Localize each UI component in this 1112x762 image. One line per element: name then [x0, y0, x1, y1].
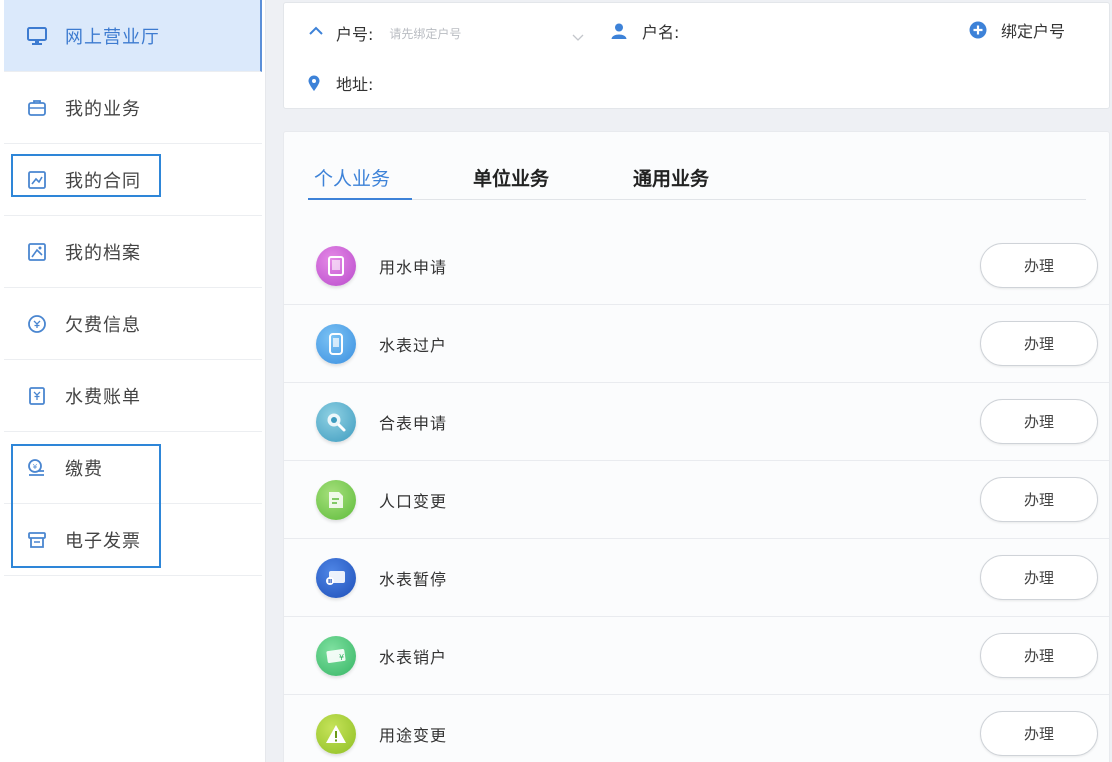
svg-text:¥: ¥ — [33, 463, 38, 471]
sidebar-item-label: 我的业务 — [65, 98, 141, 120]
plus-circle-icon — [969, 21, 987, 39]
population-change-icon — [316, 479, 356, 520]
sidebar-item-water-bill[interactable]: 水费账单 — [4, 360, 262, 432]
handle-button[interactable]: 办理 — [980, 555, 1098, 600]
account-number-placeholder: 请先绑定户号 — [389, 26, 462, 41]
list-item: 合表申请 办理 — [284, 383, 1109, 461]
address-label: 地址: — [336, 75, 374, 94]
account-name-field: 户名: — [610, 19, 679, 43]
account-name-label: 户名: — [642, 23, 680, 42]
svg-text:¥: ¥ — [339, 653, 344, 662]
usage-change-icon — [316, 713, 356, 754]
list-item: 用途变更 办理 — [284, 695, 1109, 762]
sidebar-item-label: 我的档案 — [65, 242, 141, 264]
service-name: 用途变更 — [379, 725, 448, 745]
account-number-field[interactable]: 户号: 请先绑定户号 — [308, 21, 461, 45]
arrears-icon — [26, 313, 48, 335]
handle-button[interactable]: 办理 — [980, 243, 1098, 288]
meter-merge-icon — [316, 401, 356, 442]
bind-account-button[interactable]: 绑定户号 — [969, 18, 1065, 42]
account-info-card: 户号: 请先绑定户号 户名: 绑定户号 地址: — [283, 2, 1110, 109]
sidebar-item-label: 水费账单 — [65, 386, 141, 408]
list-item: ¥ 水表销户 办理 — [284, 617, 1109, 695]
handle-button[interactable]: 办理 — [980, 321, 1098, 366]
active-tab-indicator — [308, 198, 412, 200]
service-name: 水表过户 — [379, 335, 448, 355]
business-tabs: 个人业务 单位业务 通用业务 — [308, 162, 1086, 200]
tab-general-business[interactable]: 通用业务 — [633, 162, 709, 200]
sidebar-item-label: 缴费 — [65, 458, 103, 480]
sidebar-item-my-archive[interactable]: 我的档案 — [4, 216, 262, 288]
user-icon — [610, 22, 628, 40]
location-pin-icon — [308, 75, 320, 92]
payment-icon: ¥ — [26, 457, 48, 479]
tab-unit-business[interactable]: 单位业务 — [473, 162, 549, 200]
chevron-down-icon[interactable] — [572, 27, 584, 46]
bill-icon — [26, 385, 48, 407]
tab-label: 通用业务 — [633, 168, 710, 190]
sidebar-item-online-hall[interactable]: 网上营业厅 — [4, 0, 262, 72]
bind-account-label: 绑定户号 — [1001, 22, 1066, 41]
sidebar-item-payment[interactable]: ¥ 缴费 — [4, 432, 262, 504]
tab-label: 单位业务 — [473, 168, 550, 190]
list-item: 水表暂停 办理 — [284, 539, 1109, 617]
home-icon — [308, 25, 324, 41]
service-card: 个人业务 单位业务 通用业务 用水申请 办理 水表过户 办理 合表申请 办理 人… — [283, 131, 1110, 762]
tab-label: 个人业务 — [314, 168, 391, 190]
meter-pause-icon — [316, 557, 356, 598]
meter-cancel-icon: ¥ — [316, 635, 356, 676]
sidebar-item-e-invoice[interactable]: 电子发票 — [4, 504, 262, 576]
handle-button[interactable]: 办理 — [980, 711, 1098, 756]
meter-transfer-icon — [316, 323, 356, 364]
sidebar-item-label: 电子发票 — [65, 530, 141, 552]
invoice-icon — [26, 529, 48, 551]
sidebar-item-my-contract[interactable]: 我的合同 — [4, 144, 262, 216]
handle-button[interactable]: 办理 — [980, 633, 1098, 678]
sidebar-item-label: 欠费信息 — [65, 314, 141, 336]
tab-personal-business[interactable]: 个人业务 — [314, 162, 390, 200]
sidebar-item-arrears[interactable]: 欠费信息 — [4, 288, 262, 360]
sidebar-item-label: 网上营业厅 — [65, 26, 160, 48]
list-item: 人口变更 办理 — [284, 461, 1109, 539]
contract-icon — [26, 169, 48, 191]
handle-button[interactable]: 办理 — [980, 477, 1098, 522]
monitor-icon — [26, 25, 48, 47]
list-item: 用水申请 办理 — [284, 227, 1109, 305]
account-number-label: 户号: — [336, 25, 374, 44]
service-name: 水表暂停 — [379, 569, 448, 589]
service-name: 人口变更 — [379, 491, 448, 511]
briefcase-icon — [26, 97, 48, 119]
service-name: 用水申请 — [379, 257, 448, 277]
sidebar-item-label: 我的合同 — [65, 170, 141, 192]
sidebar: 网上营业厅 我的业务 我的合同 我的档案 欠费信息 水费账单 ¥ 缴费 电子发票 — [0, 0, 266, 762]
archive-icon — [26, 241, 48, 263]
service-name: 合表申请 — [379, 413, 448, 433]
address-field: 地址: — [308, 71, 373, 95]
service-name: 水表销户 — [379, 647, 448, 667]
list-item: 水表过户 办理 — [284, 305, 1109, 383]
water-application-icon — [316, 245, 356, 286]
sidebar-item-my-business[interactable]: 我的业务 — [4, 72, 262, 144]
handle-button[interactable]: 办理 — [980, 399, 1098, 444]
